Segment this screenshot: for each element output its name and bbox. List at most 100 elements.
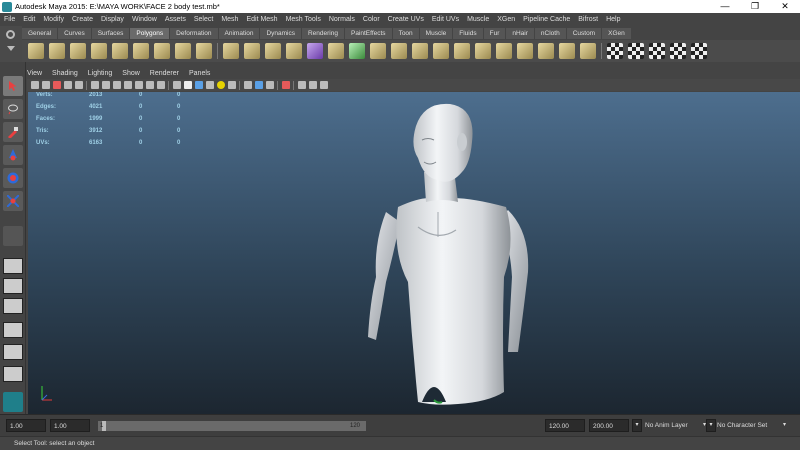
poly-cone-icon[interactable] [91, 43, 107, 59]
shelf-tab-rendering[interactable]: Rendering [301, 28, 344, 39]
bookmark-icon[interactable] [53, 81, 61, 89]
poly-sphere-icon[interactable] [28, 43, 44, 59]
spherical-mapping-icon[interactable] [649, 43, 665, 59]
safe-action-icon[interactable] [146, 81, 154, 89]
range-slider[interactable]: 1 120 [98, 421, 366, 431]
shelf-tab-dynamics[interactable]: Dynamics [260, 28, 301, 39]
insert-edge-loop-icon[interactable] [370, 43, 386, 59]
gear-icon[interactable] [6, 30, 15, 39]
panel-menu-panels[interactable]: Panels [189, 70, 210, 77]
2d-pan-zoom-icon[interactable] [75, 81, 83, 89]
panel-menu-view[interactable]: View [27, 70, 42, 77]
poly-soccer-ball-icon[interactable] [196, 43, 212, 59]
select-tool-button[interactable] [3, 76, 23, 96]
image-plane-icon[interactable] [64, 81, 72, 89]
automatic-mapping-icon[interactable] [670, 43, 686, 59]
menu-edit-mesh[interactable]: Edit Mesh [246, 16, 277, 23]
maya-logo-button[interactable] [3, 392, 23, 412]
scale-tool-button[interactable] [3, 191, 23, 211]
persp-outliner-layout-button[interactable] [3, 298, 23, 314]
menu-pipeline-cache[interactable]: Pipeline Cache [523, 16, 570, 23]
shelf-tab-deformation[interactable]: Deformation [170, 28, 218, 39]
shelf-tab-curves[interactable]: Curves [58, 28, 91, 39]
bridge-icon[interactable] [433, 43, 449, 59]
menu-window[interactable]: Window [132, 16, 157, 23]
shelf-tab-painteffects[interactable]: PaintEffects [344, 28, 392, 39]
fill-hole-icon[interactable] [517, 43, 533, 59]
poly-pipe-icon[interactable] [175, 43, 191, 59]
poly-cube-icon[interactable] [49, 43, 65, 59]
menu-modify[interactable]: Modify [43, 16, 64, 23]
append-polygon-icon[interactable] [328, 43, 344, 59]
panel-menu-lighting[interactable]: Lighting [88, 70, 113, 77]
playback-end-field[interactable]: 120.00 [545, 419, 585, 432]
playback-start-field[interactable]: 1.00 [50, 419, 90, 432]
xray-active-components-icon[interactable] [266, 81, 274, 89]
offset-edge-loop-icon[interactable] [391, 43, 407, 59]
menu-create-uvs[interactable]: Create UVs [388, 16, 424, 23]
character-body-model[interactable] [338, 102, 538, 414]
extrude-icon[interactable] [412, 43, 428, 59]
poly-cylinder-icon[interactable] [70, 43, 86, 59]
perspective-viewport[interactable]: Verts: 2013 0 0 Edges: 4021 0 0 Faces: 1999 0 0 Tris… [28, 92, 800, 414]
merge-to-center-icon[interactable] [496, 43, 512, 59]
planar-mapping-icon[interactable] [607, 43, 623, 59]
shelf-tab-polygons[interactable]: Polygons [130, 28, 170, 39]
smooth-icon[interactable] [286, 43, 302, 59]
motion-blur-icon[interactable] [309, 81, 317, 89]
close-button[interactable]: ✕ [770, 0, 800, 13]
lasso-tool-button[interactable] [3, 99, 23, 119]
menu-muscle[interactable]: Muscle [467, 16, 489, 23]
poly-plane-icon[interactable] [112, 43, 128, 59]
field-chart-icon[interactable] [135, 81, 143, 89]
mirror-geometry-icon[interactable] [559, 43, 575, 59]
xray-joints-icon[interactable] [255, 81, 263, 89]
shelf-tab-general[interactable]: General [22, 28, 58, 39]
smooth-shade-icon[interactable] [184, 81, 192, 89]
sculpt-geometry-icon[interactable] [580, 43, 596, 59]
reduce-icon[interactable] [538, 43, 554, 59]
menu-normals[interactable]: Normals [329, 16, 355, 23]
menu-file[interactable]: File [4, 16, 15, 23]
move-tool-button[interactable] [3, 145, 23, 165]
menu-mesh-tools[interactable]: Mesh Tools [286, 16, 321, 23]
menu-create[interactable]: Create [72, 16, 93, 23]
shelf-tab-animation[interactable]: Animation [218, 28, 260, 39]
use-all-lights-icon[interactable] [217, 81, 225, 89]
grid-icon[interactable] [91, 81, 99, 89]
menu-help[interactable]: Help [606, 16, 620, 23]
menu-color[interactable]: Color [363, 16, 380, 23]
bevel-icon[interactable] [454, 43, 470, 59]
chevron-down-icon[interactable] [7, 46, 15, 51]
combine-icon[interactable] [223, 43, 239, 59]
rotate-tool-button[interactable] [3, 168, 23, 188]
shelf-tab-ncloth[interactable]: nCloth [534, 28, 566, 39]
split-polygon-icon[interactable] [349, 43, 365, 59]
poly-pyramid-icon[interactable] [154, 43, 170, 59]
safe-title-icon[interactable] [157, 81, 165, 89]
menu-assets[interactable]: Assets [165, 16, 186, 23]
four-pane-layout-button[interactable] [3, 278, 23, 294]
single-pane-layout-button[interactable] [3, 258, 23, 274]
ambient-occlusion-icon[interactable] [298, 81, 306, 89]
shelf-tab-nhair[interactable]: nHair [506, 28, 534, 39]
xray-icon[interactable] [244, 81, 252, 89]
resolution-gate-icon[interactable] [113, 81, 121, 89]
character-set-dropdown[interactable]: No Character Set ▾ [714, 419, 786, 432]
menu-xgen[interactable]: XGen [497, 16, 515, 23]
menu-mesh[interactable]: Mesh [221, 16, 238, 23]
shadows-icon[interactable] [228, 81, 236, 89]
anti-aliasing-icon[interactable] [320, 81, 328, 89]
separate-icon[interactable] [244, 43, 260, 59]
panel-menu-renderer[interactable]: Renderer [150, 70, 179, 77]
shelf-tab-fluids[interactable]: Fluids [453, 28, 483, 39]
shelf-tab-fur[interactable]: Fur [483, 28, 506, 39]
start-time-field[interactable]: 1.00 [6, 419, 46, 432]
select-camera-icon[interactable] [31, 81, 39, 89]
anim-layer-menu-button[interactable]: ▾ [632, 419, 642, 432]
shelf-tab-custom[interactable]: Custom [566, 28, 602, 39]
cylindrical-mapping-icon[interactable] [628, 43, 644, 59]
outliner-persp-layout-button[interactable] [3, 366, 23, 382]
shelf-tab-muscle[interactable]: Muscle [419, 28, 453, 39]
smooth-proxy-icon[interactable] [307, 43, 323, 59]
